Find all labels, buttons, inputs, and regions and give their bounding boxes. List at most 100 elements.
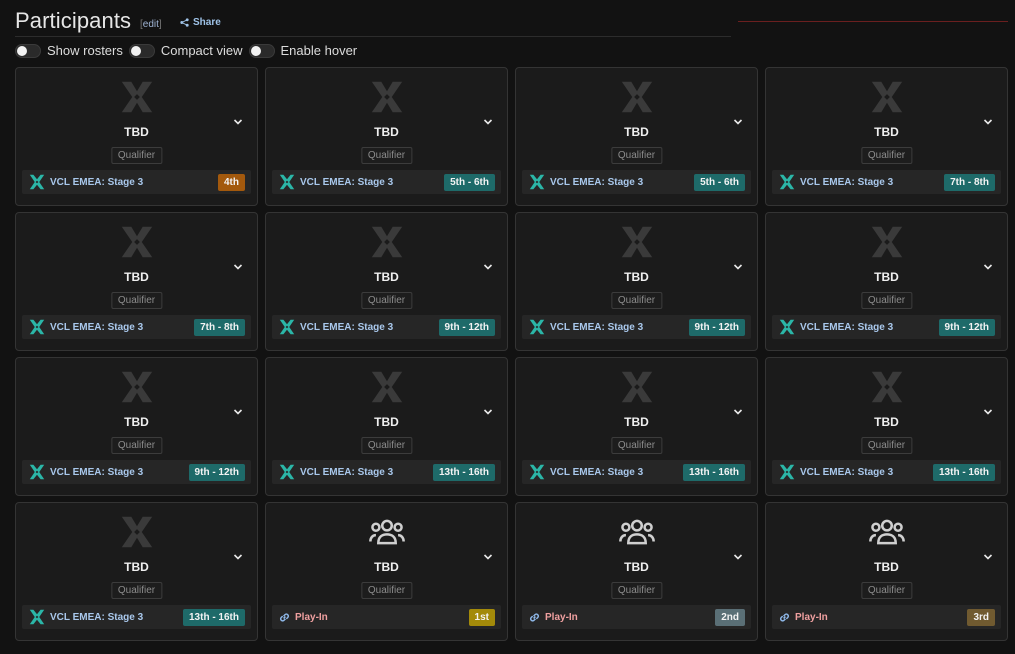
team-name[interactable]: TBD (266, 415, 507, 429)
source-link[interactable]: VCL EMEA: Stage 3 (50, 322, 143, 333)
source-link[interactable]: VCL EMEA: Stage 3 (50, 467, 143, 478)
participant-card[interactable]: TBD Qualifier VCL EMEA: Stage 3 4th (15, 67, 258, 206)
switch[interactable] (248, 43, 275, 58)
qualifier-logo-icon (368, 368, 406, 406)
qualification-source: VCL EMEA: Stage 3 13th - 16th (522, 460, 751, 484)
participant-card[interactable]: TBD Qualifier VCL EMEA: Stage 3 9th - 12th (515, 212, 758, 351)
placement-badge: 4th (218, 174, 245, 191)
toggle-show-rosters[interactable]: Show rosters (15, 43, 123, 58)
vcl-tournament-icon (28, 173, 46, 191)
chevron-down-icon[interactable] (483, 404, 493, 415)
chevron-down-icon[interactable] (483, 259, 493, 270)
participant-card[interactable]: TBD Qualifier Play-In 3rd (765, 502, 1008, 641)
team-name[interactable]: TBD (516, 560, 757, 574)
qualification-source: VCL EMEA: Stage 3 7th - 8th (22, 315, 251, 339)
qualification-source: VCL EMEA: Stage 3 13th - 16th (772, 460, 1001, 484)
source-link[interactable]: VCL EMEA: Stage 3 (50, 612, 143, 623)
team-name[interactable]: TBD (516, 270, 757, 284)
participant-card[interactable]: TBD Qualifier VCL EMEA: Stage 3 9th - 12th (265, 212, 508, 351)
placement-badge: 7th - 8th (194, 319, 245, 336)
participant-card[interactable]: TBD Qualifier VCL EMEA: Stage 3 5th - 6th (265, 67, 508, 206)
participant-card[interactable]: TBD Qualifier VCL EMEA: Stage 3 13th - 16th (15, 502, 258, 641)
participant-card[interactable]: TBD Qualifier Play-In 2nd (515, 502, 758, 641)
source-link[interactable]: VCL EMEA: Stage 3 (800, 177, 893, 188)
vcl-tournament-icon (528, 318, 546, 336)
edit-link[interactable]: [edit] (140, 19, 162, 30)
edit-label[interactable]: edit (143, 19, 159, 30)
source-link[interactable]: VCL EMEA: Stage 3 (550, 467, 643, 478)
team-name[interactable]: TBD (766, 270, 1007, 284)
chevron-down-icon[interactable] (733, 259, 743, 270)
participant-card[interactable]: TBD Qualifier VCL EMEA: Stage 3 7th - 8th (765, 67, 1008, 206)
participant-card[interactable]: TBD Qualifier VCL EMEA: Stage 3 9th - 12th (15, 357, 258, 496)
team-name[interactable]: TBD (16, 125, 257, 139)
qualifier-logo-icon (618, 368, 656, 406)
source-link[interactable]: VCL EMEA: Stage 3 (300, 467, 393, 478)
vcl-tournament-icon (278, 173, 296, 191)
source-link[interactable]: Play-In (795, 612, 828, 623)
participant-card[interactable]: TBD Qualifier Play-In 1st (265, 502, 508, 641)
team-name[interactable]: TBD (266, 270, 507, 284)
source-link[interactable]: VCL EMEA: Stage 3 (50, 177, 143, 188)
toggle-enable-hover[interactable]: Enable hover (248, 43, 357, 58)
chevron-down-icon[interactable] (483, 549, 493, 560)
switch[interactable] (15, 43, 41, 58)
team-name[interactable]: TBD (516, 125, 757, 139)
qualification-source: VCL EMEA: Stage 3 5th - 6th (522, 170, 751, 194)
chevron-down-icon[interactable] (233, 114, 243, 125)
chevron-down-icon[interactable] (483, 114, 493, 125)
participant-card[interactable]: TBD Qualifier VCL EMEA: Stage 3 13th - 16th (515, 357, 758, 496)
chevron-down-icon[interactable] (233, 549, 243, 560)
team-name[interactable]: TBD (16, 415, 257, 429)
switch[interactable] (128, 43, 155, 58)
team-name[interactable]: TBD (266, 125, 507, 139)
source-link[interactable]: Play-In (295, 612, 328, 623)
placement-badge: 9th - 12th (188, 464, 245, 481)
source-link[interactable]: VCL EMEA: Stage 3 (550, 177, 643, 188)
qualifier-tag: Qualifier (110, 582, 163, 599)
qualification-source: Play-In 3rd (772, 605, 1001, 629)
page-title: Participants (15, 8, 132, 33)
chevron-down-icon[interactable] (733, 549, 743, 560)
chevron-down-icon[interactable] (233, 404, 243, 415)
chevron-down-icon[interactable] (983, 259, 993, 270)
team-name[interactable]: TBD (16, 560, 257, 574)
vcl-tournament-icon (278, 318, 296, 336)
qualification-source: VCL EMEA: Stage 3 4th (22, 170, 251, 194)
chevron-down-icon[interactable] (733, 114, 743, 125)
qualifier-tag: Qualifier (610, 147, 663, 164)
share-button[interactable]: Share (180, 17, 221, 28)
participant-card[interactable]: TBD Qualifier VCL EMEA: Stage 3 13th - 16th (765, 357, 1008, 496)
qualifier-logo-icon (368, 223, 406, 261)
source-link[interactable]: VCL EMEA: Stage 3 (550, 322, 643, 333)
team-name[interactable]: TBD (266, 560, 507, 574)
placement-badge: 9th - 12th (438, 319, 495, 336)
source-link[interactable]: Play-In (545, 612, 578, 623)
team-name[interactable]: TBD (516, 415, 757, 429)
share-label[interactable]: Share (193, 17, 221, 28)
chevron-down-icon[interactable] (983, 404, 993, 415)
group-icon (618, 513, 656, 551)
toggle-compact-view[interactable]: Compact view (128, 43, 243, 58)
source-link[interactable]: VCL EMEA: Stage 3 (300, 177, 393, 188)
chevron-down-icon[interactable] (733, 404, 743, 415)
group-icon (368, 513, 406, 551)
participant-card[interactable]: TBD Qualifier VCL EMEA: Stage 3 5th - 6th (515, 67, 758, 206)
source-link[interactable]: VCL EMEA: Stage 3 (800, 322, 893, 333)
chevron-down-icon[interactable] (233, 259, 243, 270)
team-name[interactable]: TBD (766, 560, 1007, 574)
vcl-tournament-icon (28, 608, 46, 626)
placement-badge: 9th - 12th (688, 319, 745, 336)
participant-card[interactable]: TBD Qualifier VCL EMEA: Stage 3 7th - 8th (15, 212, 258, 351)
team-name[interactable]: TBD (766, 125, 1007, 139)
placement-badge: 5th - 6th (694, 174, 745, 191)
source-link[interactable]: VCL EMEA: Stage 3 (300, 322, 393, 333)
qualifier-tag: Qualifier (360, 437, 413, 454)
participant-card[interactable]: TBD Qualifier VCL EMEA: Stage 3 13th - 16th (265, 357, 508, 496)
team-name[interactable]: TBD (16, 270, 257, 284)
participant-card[interactable]: TBD Qualifier VCL EMEA: Stage 3 9th - 12th (765, 212, 1008, 351)
source-link[interactable]: VCL EMEA: Stage 3 (800, 467, 893, 478)
chevron-down-icon[interactable] (983, 549, 993, 560)
chevron-down-icon[interactable] (983, 114, 993, 125)
team-name[interactable]: TBD (766, 415, 1007, 429)
